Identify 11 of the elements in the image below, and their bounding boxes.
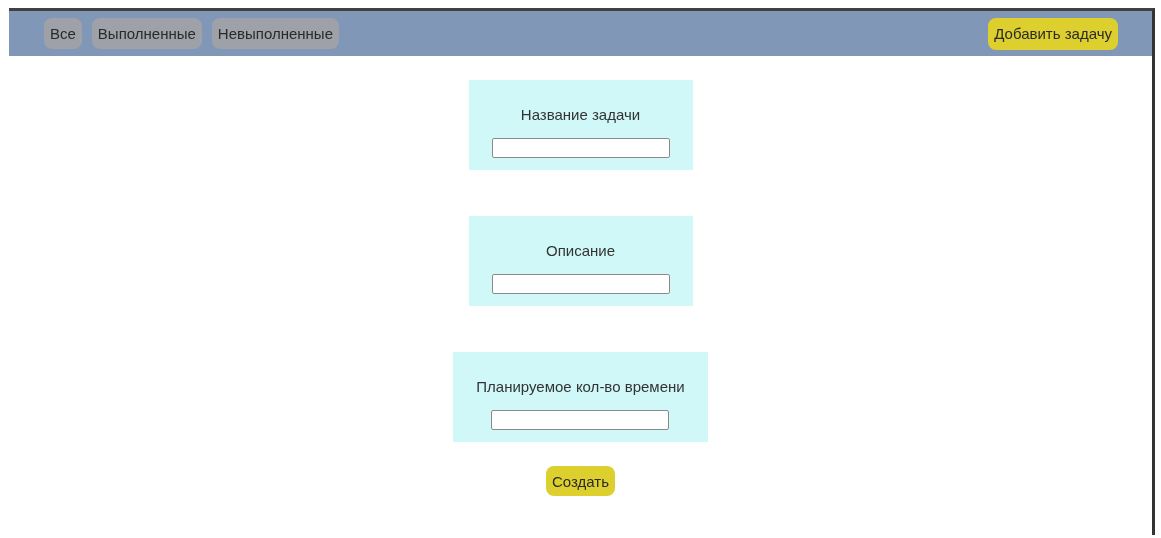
- input-field[interactable]: [491, 410, 670, 430]
- add-task-button[interactable]: Добавить задачу: [988, 17, 1118, 50]
- input-field[interactable]: [491, 138, 670, 158]
- field-label: Описание: [546, 242, 615, 259]
- filter-button[interactable]: Все: [44, 18, 82, 49]
- field-label: Планируемое кол-во времени: [476, 378, 685, 395]
- create-button[interactable]: Создать: [546, 466, 615, 496]
- filter-button[interactable]: Выполненные: [91, 18, 202, 49]
- filter-button[interactable]: Невыполненные: [211, 18, 339, 49]
- field-label: Название задачи: [520, 106, 641, 123]
- input-field[interactable]: [491, 274, 670, 294]
